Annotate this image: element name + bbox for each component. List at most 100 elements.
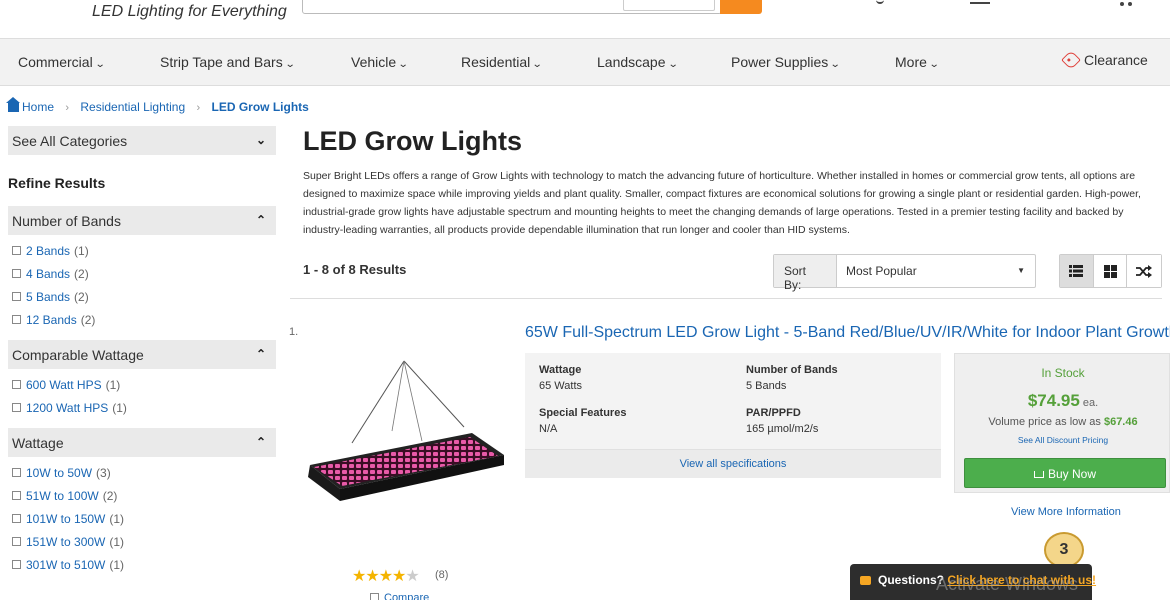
option-count: (2) — [102, 488, 118, 503]
chevron-up-icon: ⌃ — [255, 213, 266, 227]
filter-option[interactable]: 10W to 50W (3) — [8, 461, 276, 484]
clearance-label: Clearance — [1084, 52, 1148, 68]
spec-label: PAR/PPFD — [746, 407, 801, 419]
spec-label: Wattage — [539, 364, 582, 376]
volume-text: Volume price as low as — [988, 416, 1101, 428]
nav-power-supplies[interactable]: Power Supplies ⌄ — [731, 54, 841, 70]
option-label: 51W to 100W — [26, 488, 99, 503]
checkbox[interactable] — [12, 292, 21, 301]
checkbox[interactable] — [12, 514, 21, 523]
star-icon: ★ — [352, 568, 366, 585]
breadcrumb-parent[interactable]: Residential Lighting — [80, 100, 185, 114]
nav-more[interactable]: More ⌄ — [895, 54, 940, 70]
filter-group-header[interactable]: Wattage ⌃ — [8, 428, 276, 457]
filter-option[interactable]: 151W to 300W (1) — [8, 530, 276, 553]
checkbox[interactable] — [12, 269, 21, 278]
chevron-right-icon: › — [196, 102, 201, 114]
filter-option[interactable]: 600 Watt HPS (1) — [8, 373, 276, 396]
buy-now-button[interactable]: Buy Now — [964, 458, 1166, 488]
filter-option[interactable]: 4 Bands (2) — [8, 262, 276, 285]
nav-label: Strip Tape and Bars — [160, 54, 283, 70]
checkbox[interactable] — [12, 537, 21, 546]
filter-option[interactable]: 1200 Watt HPS (1) — [8, 396, 276, 419]
cart-icon[interactable] — [1118, 0, 1136, 6]
windows-watermark: Activate Windows — [936, 574, 1079, 594]
checkbox[interactable] — [12, 246, 21, 255]
star-icon: ★ — [405, 568, 419, 585]
nav-commercial[interactable]: Commercial ⌄ — [18, 54, 106, 70]
menu-icon[interactable] — [970, 2, 990, 4]
option-label: 600 Watt HPS — [26, 377, 102, 392]
filter-group-header[interactable]: Comparable Wattage ⌃ — [8, 340, 276, 369]
sort-select[interactable]: Sort By: Most Popular ▼ — [773, 254, 1036, 292]
main-nav: Commercial ⌄ Strip Tape and Bars ⌄ Vehicle… — [0, 38, 1170, 86]
star-icon: ★ — [365, 568, 379, 585]
breadcrumb-home[interactable]: Home — [22, 100, 54, 114]
spec-wattage: Wattage 65 Watts — [539, 364, 582, 392]
account-icon[interactable] — [876, 0, 884, 4]
cart-icon — [1033, 471, 1044, 478]
nav-label: Commercial — [18, 54, 93, 70]
option-label: 301W to 510W — [26, 557, 106, 572]
nav-residential[interactable]: Residential ⌄ — [461, 54, 543, 70]
grid-view-button[interactable] — [1093, 255, 1128, 287]
filter-group-header[interactable]: Number of Bands ⌃ — [8, 206, 276, 235]
option-count: (3) — [96, 465, 111, 480]
spec-label: Special Features — [539, 407, 627, 419]
chevron-down-icon: ⌄ — [532, 59, 543, 70]
dropdown-label: See All Categories — [12, 133, 128, 149]
price: $74.95 ea. — [955, 391, 1170, 411]
spec-value: 5 Bands — [746, 380, 787, 392]
discount-pricing-link[interactable]: See All Discount Pricing — [955, 435, 1170, 445]
home-icon — [6, 97, 20, 112]
filter-option[interactable]: 301W to 510W (1) — [8, 553, 276, 576]
checkbox[interactable] — [12, 403, 21, 412]
nav-clearance[interactable]: Clearance — [1061, 50, 1148, 70]
checkbox[interactable] — [12, 380, 21, 389]
nav-landscape[interactable]: Landscape ⌄ — [597, 54, 678, 70]
price-value: $74.95 — [1027, 391, 1080, 410]
results-count: 1 - 8 of 8 Results — [303, 262, 407, 277]
warranty-years: 3 — [1059, 541, 1069, 558]
view-more-info-link[interactable]: View More Information — [1011, 506, 1121, 518]
shuffle-view-button[interactable] — [1127, 255, 1161, 287]
nav-vehicle[interactable]: Vehicle ⌄ — [351, 54, 409, 70]
checkbox[interactable] — [12, 468, 21, 477]
filter-option[interactable]: 5 Bands (2) — [8, 285, 276, 308]
breadcrumb-current[interactable]: LED Grow Lights — [211, 100, 308, 114]
nav-strip-tape[interactable]: Strip Tape and Bars ⌄ — [160, 54, 296, 70]
category-description: Super Bright LEDs offers a range of Grow… — [303, 170, 1141, 236]
checkbox[interactable] — [12, 560, 21, 569]
option-label: 4 Bands — [26, 266, 71, 281]
chevron-down-icon: ⌄ — [94, 59, 106, 70]
view-all-specs-link[interactable]: View all specifications — [525, 449, 941, 478]
tag-icon — [1061, 50, 1081, 70]
option-count: (2) — [74, 289, 89, 304]
search-input[interactable] — [302, 0, 722, 14]
compare-checkbox[interactable]: Compare — [370, 592, 429, 600]
filter-option[interactable]: 101W to 150W (1) — [8, 507, 276, 530]
search-button[interactable] — [720, 0, 762, 14]
filter-option[interactable]: 51W to 100W (2) — [8, 484, 276, 507]
see-all-categories-dropdown[interactable]: See All Categories ⌄ — [8, 126, 276, 155]
rating-count[interactable]: (8) — [435, 569, 448, 581]
sort-value: Most Popular — [846, 264, 917, 278]
checkbox[interactable] — [12, 315, 21, 324]
page-title: LED Grow Lights — [303, 126, 522, 156]
checkbox[interactable] — [370, 593, 379, 600]
filter-option[interactable]: 12 Bands (2) — [8, 308, 276, 331]
site-header: LED Lighting for Everything — [0, 0, 1170, 38]
chevron-down-icon: ⌄ — [928, 59, 940, 70]
rating-stars[interactable]: ★★★★★ — [352, 566, 420, 586]
checkbox[interactable] — [12, 491, 21, 500]
nav-label: Vehicle — [351, 54, 397, 70]
price-unit: ea. — [1082, 397, 1099, 409]
spec-value: 165 µmol/m2/s — [746, 423, 819, 435]
product-image[interactable] — [292, 355, 512, 535]
filter-option[interactable]: 2 Bands (1) — [8, 239, 276, 262]
product-title-link[interactable]: 65W Full-Spectrum LED Grow Light - 5-Ban… — [525, 324, 1170, 342]
chevron-down-icon: ⌄ — [255, 133, 266, 147]
list-view-button[interactable] — [1060, 255, 1094, 287]
search-category-select[interactable] — [623, 0, 715, 11]
chevron-down-icon: ⌄ — [284, 59, 296, 70]
